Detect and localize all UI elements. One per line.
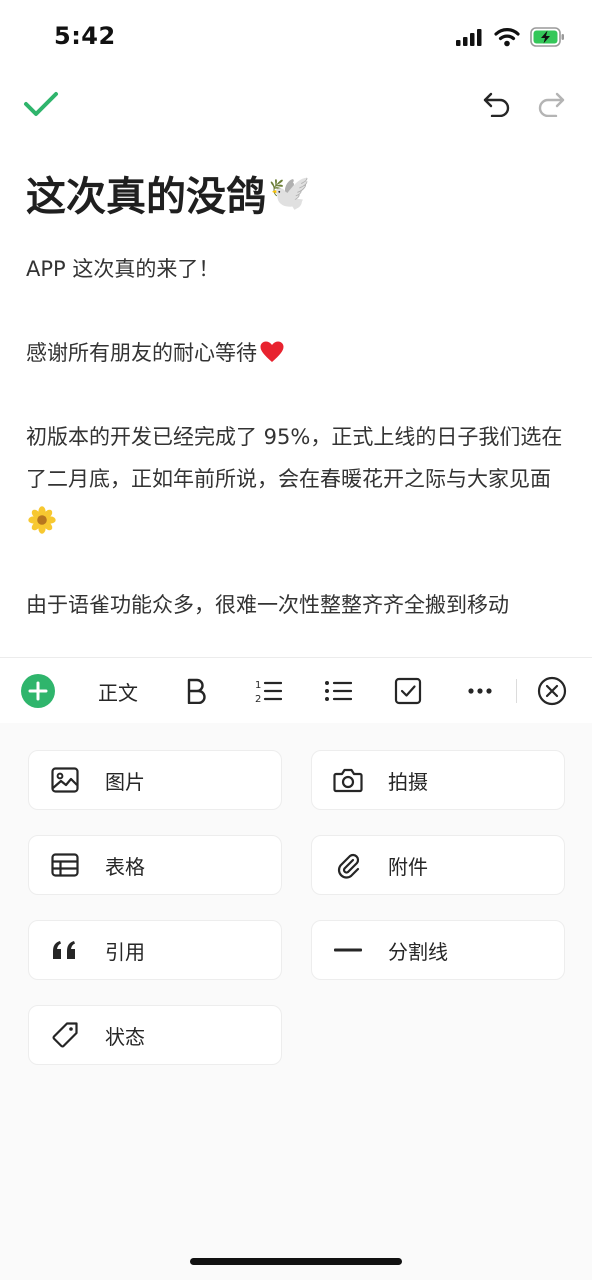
ordered-list-button[interactable]: 1 2 <box>248 658 288 724</box>
red-heart-icon <box>260 341 284 362</box>
divider-icon <box>332 934 364 966</box>
camera-icon <box>332 764 364 796</box>
insert-table-button[interactable]: 表格 <box>28 835 282 895</box>
status-time: 5:42 <box>54 22 116 50</box>
editor-top-bar <box>0 78 592 134</box>
insert-camera-label: 拍摄 <box>388 769 428 794</box>
toolbar-divider <box>516 679 517 703</box>
tag-icon <box>49 1019 81 1051</box>
insert-camera-button[interactable]: 拍摄 <box>311 750 565 810</box>
insert-divider-button[interactable]: 分割线 <box>311 920 565 980</box>
check-icon <box>24 92 58 116</box>
insert-quote-label: 引用 <box>105 939 145 964</box>
bullet-list-button[interactable] <box>318 658 358 724</box>
plus-circle-icon <box>21 674 55 708</box>
home-indicator[interactable] <box>190 1258 402 1265</box>
redo-icon <box>538 92 565 117</box>
text-style-button[interactable]: 正文 <box>90 658 146 724</box>
insert-button[interactable] <box>18 658 58 724</box>
document-title[interactable]: 这次真的没鸽 🕊️ <box>26 164 310 222</box>
paragraph: 初版本的开发已经完成了 95%，正式上线的日子我们选在了二月底，正如年前所说，会… <box>26 416 571 542</box>
status-bar: 5:42 <box>0 0 592 70</box>
insert-quote-button[interactable]: 引用 <box>28 920 282 980</box>
insert-table-label: 表格 <box>105 854 145 879</box>
more-button[interactable] <box>460 658 500 724</box>
wifi-icon <box>494 28 520 47</box>
bullet-list-icon <box>325 681 352 701</box>
insert-panel: 图片 拍摄 表格 附件 引用 分割线 状态 <box>0 723 592 1280</box>
document-body[interactable]: APP 这次真的来了！ 感谢所有朋友的耐心等待 初版本的开发已经完成了 95%，… <box>26 248 571 656</box>
signal-icon <box>456 29 482 46</box>
paragraph-text: 初版本的开发已经完成了 95%，正式上线的日子我们选在了二月底，正如年前所说，会… <box>26 425 563 491</box>
insert-divider-label: 分割线 <box>388 939 448 964</box>
close-circle-icon <box>537 676 567 706</box>
bold-button[interactable] <box>176 658 216 724</box>
paragraph: APP 这次真的来了！ <box>26 257 220 281</box>
paragraph: 由于语雀功能众多，很难一次性整整齐齐全搬到移动 <box>26 593 509 617</box>
insert-attachment-button[interactable]: 附件 <box>311 835 565 895</box>
table-icon <box>49 849 81 881</box>
document-title-text: 这次真的没鸽 <box>26 174 266 220</box>
insert-status-label: 状态 <box>105 1024 145 1049</box>
paragraph: 感谢所有朋友的耐心等待 <box>26 332 571 374</box>
blossom-icon <box>28 506 56 534</box>
checkbox-icon <box>394 677 422 705</box>
more-icon <box>468 688 492 694</box>
status-icons <box>456 24 566 50</box>
bold-icon <box>187 678 206 704</box>
insert-status-button[interactable]: 状态 <box>28 1005 282 1065</box>
close-panel-button[interactable] <box>532 658 572 724</box>
attachment-icon <box>332 849 364 881</box>
battery-charging-icon <box>530 27 564 47</box>
insert-image-button[interactable]: 图片 <box>28 750 282 810</box>
checkbox-list-button[interactable] <box>388 658 428 724</box>
paragraph-text: 感谢所有朋友的耐心等待 <box>26 341 257 365</box>
svg-text:2: 2 <box>255 694 261 705</box>
svg-text:1: 1 <box>255 680 261 691</box>
undo-button[interactable] <box>472 78 522 130</box>
redo-button[interactable] <box>526 78 576 130</box>
done-button[interactable] <box>16 78 66 130</box>
undo-icon <box>483 92 510 117</box>
quote-icon <box>49 934 81 966</box>
dove-emoji: 🕊️ <box>268 173 311 213</box>
image-icon <box>49 764 81 796</box>
editor-toolbar: 正文 1 2 <box>0 657 592 723</box>
insert-image-label: 图片 <box>105 769 145 794</box>
insert-attachment-label: 附件 <box>388 854 428 879</box>
ordered-list-icon: 1 2 <box>255 680 282 705</box>
